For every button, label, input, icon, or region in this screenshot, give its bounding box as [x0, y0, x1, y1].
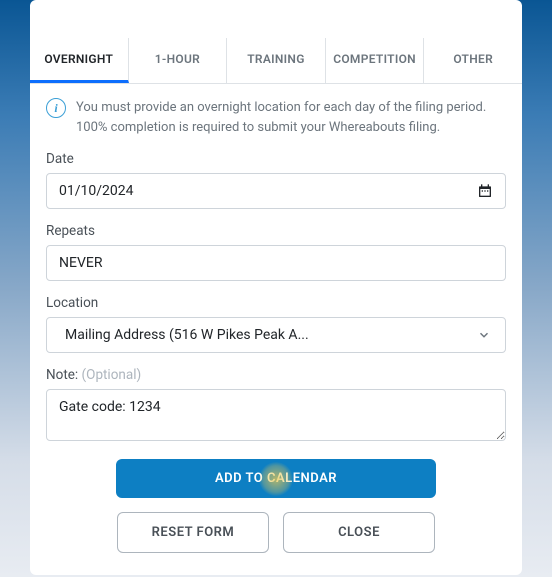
field-repeats: Repeats — [46, 223, 506, 281]
repeats-input[interactable] — [46, 245, 506, 281]
form-content: i You must provide an overnight location… — [30, 84, 522, 575]
chevron-down-icon — [477, 328, 491, 342]
whereabouts-modal: OVERNIGHT 1-HOUR TRAINING COMPETITION OT… — [30, 0, 522, 575]
info-icon: i — [46, 98, 66, 118]
primary-button-row: ADD TO CALENDAR — [46, 459, 506, 498]
tab-training[interactable]: TRAINING — [227, 38, 326, 83]
tab-competition[interactable]: COMPETITION — [326, 38, 425, 83]
tab-1-hour[interactable]: 1-HOUR — [129, 38, 228, 83]
reset-form-button[interactable]: RESET FORM — [117, 512, 269, 553]
close-button[interactable]: CLOSE — [283, 512, 435, 553]
note-textarea[interactable]: Gate code: 1234 — [46, 389, 506, 441]
info-text: You must provide an overnight location f… — [76, 98, 506, 137]
date-label: Date — [46, 151, 506, 167]
tab-other[interactable]: OTHER — [424, 38, 522, 83]
field-location: Location Mailing Address (516 W Pikes Pe… — [46, 295, 506, 353]
repeats-label: Repeats — [46, 223, 506, 239]
add-to-calendar-button[interactable]: ADD TO CALENDAR — [116, 459, 436, 498]
field-date: Date 01/10/2024 — [46, 151, 506, 209]
secondary-button-row: RESET FORM CLOSE — [46, 512, 506, 553]
info-banner: i You must provide an overnight location… — [46, 98, 506, 137]
date-value: 01/10/2024 — [59, 183, 477, 199]
field-note: Note: (Optional) Gate code: 1234 — [46, 367, 506, 445]
location-label: Location — [46, 295, 506, 311]
tab-bar: OVERNIGHT 1-HOUR TRAINING COMPETITION OT… — [30, 38, 522, 84]
tab-overnight[interactable]: OVERNIGHT — [30, 38, 129, 83]
location-value: Mailing Address (516 W Pikes Peak A... — [65, 327, 309, 343]
location-select[interactable]: Mailing Address (516 W Pikes Peak A... — [46, 317, 506, 353]
date-input[interactable]: 01/10/2024 — [46, 173, 506, 209]
note-label: Note: (Optional) — [46, 367, 506, 383]
calendar-icon — [477, 183, 493, 199]
